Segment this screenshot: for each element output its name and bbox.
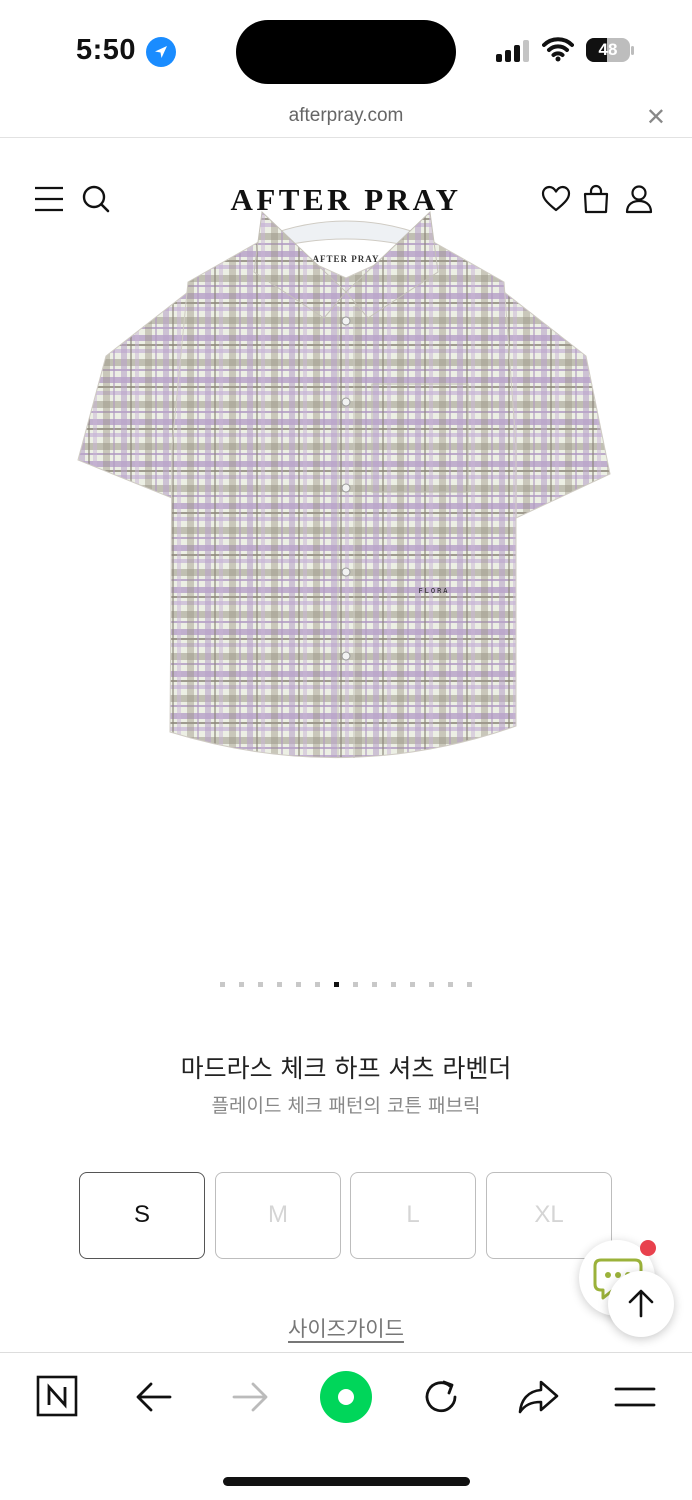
back-arrow-icon[interactable]	[134, 1380, 174, 1419]
carousel-indicator	[0, 976, 692, 988]
dynamic-island	[236, 20, 456, 84]
carousel-dot[interactable]	[467, 982, 472, 988]
browser-toolbar	[0, 1352, 692, 1500]
status-bar: 5:50 48	[0, 0, 692, 100]
status-time: 5:50	[76, 34, 137, 66]
forward-arrow-icon[interactable]	[230, 1380, 270, 1419]
home-indicator	[223, 1477, 470, 1486]
carousel-dot[interactable]	[239, 982, 244, 988]
close-icon[interactable]: ✕	[646, 103, 666, 132]
naver-icon[interactable]	[36, 1375, 78, 1422]
scroll-top-button[interactable]	[608, 1271, 674, 1337]
size-guide-label[interactable]: 사이즈가이드	[288, 1317, 404, 1341]
carousel-dot[interactable]	[334, 982, 339, 988]
carousel-dot[interactable]	[296, 982, 301, 988]
carousel-dot[interactable]	[391, 982, 396, 988]
hamburger-icon[interactable]	[614, 1386, 656, 1413]
location-arrow-icon	[146, 37, 176, 67]
size-guide-link[interactable]: 사이즈가이드	[0, 1313, 692, 1343]
product-title: 마드라스 체크 하프 셔츠 라벤더	[180, 1054, 512, 1083]
shirt-embroidery-label: FLORA	[418, 587, 449, 595]
green-dot-icon[interactable]	[319, 1370, 373, 1429]
carousel-dot[interactable]	[410, 982, 415, 988]
size-option-l[interactable]: L	[350, 1172, 476, 1259]
product-subtitle: 플레이드 체크 패턴의 코튼 패브릭	[211, 1095, 481, 1117]
refresh-icon[interactable]	[420, 1376, 462, 1423]
size-option-m[interactable]: M	[215, 1172, 341, 1259]
chat-notification-badge	[640, 1240, 656, 1256]
carousel-dot[interactable]	[353, 982, 358, 988]
carousel-dot[interactable]	[315, 982, 320, 988]
carousel-dot[interactable]	[220, 982, 225, 988]
product-image[interactable]: AFTER PRAY FLORA	[76, 206, 616, 772]
browser-url-bar[interactable]: afterpray.com ✕	[0, 100, 692, 138]
wifi-icon	[542, 36, 574, 67]
carousel-dot[interactable]	[372, 982, 377, 988]
carousel-dot[interactable]	[448, 982, 453, 988]
share-icon[interactable]	[517, 1378, 559, 1421]
battery-tip	[631, 46, 634, 55]
arrow-up-icon	[628, 1289, 654, 1318]
url-text[interactable]: afterpray.com	[0, 105, 692, 127]
carousel-dot[interactable]	[258, 982, 263, 988]
carousel-dot[interactable]	[429, 982, 434, 988]
collar-label: AFTER PRAY	[313, 254, 380, 264]
cellular-signal-icon	[496, 40, 532, 62]
battery-icon: 48	[586, 38, 630, 62]
battery-level: 48	[598, 40, 618, 59]
user-icon[interactable]	[625, 184, 653, 219]
size-option-s[interactable]: S	[79, 1172, 205, 1259]
carousel-dot[interactable]	[277, 982, 282, 988]
